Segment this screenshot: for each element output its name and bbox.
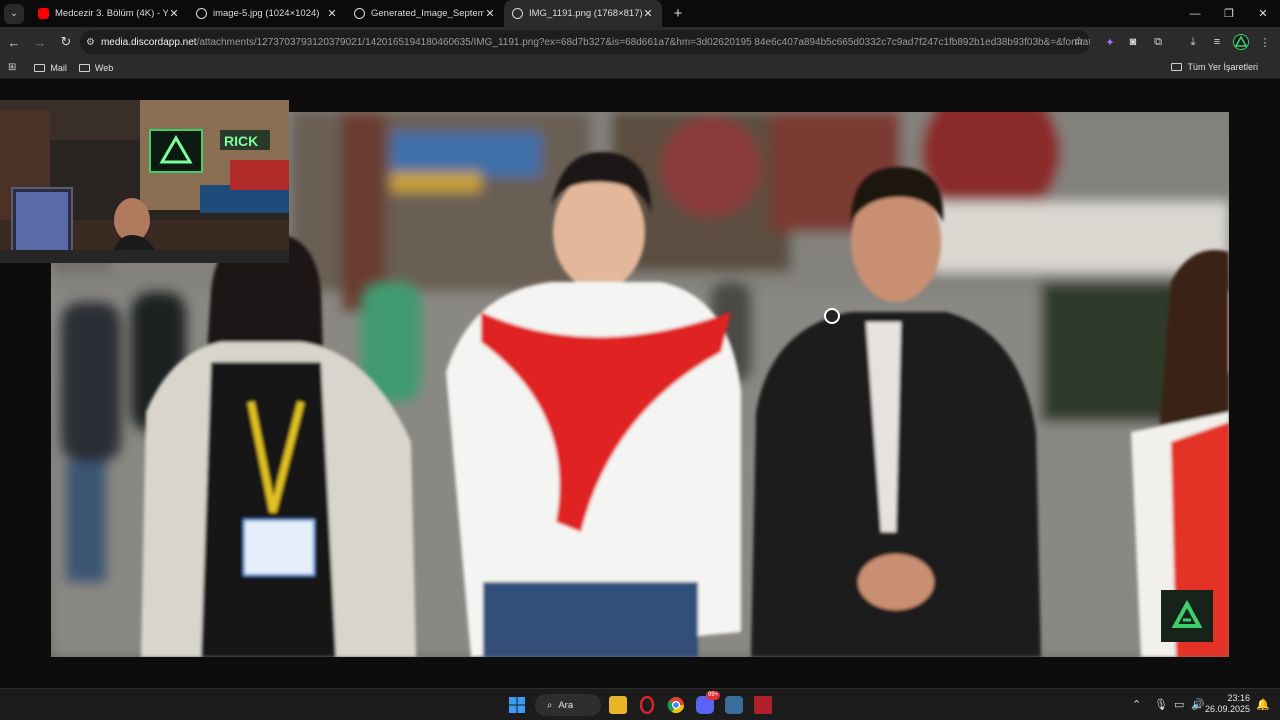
- webcam-scene: RICK: [0, 100, 289, 263]
- notification-icon[interactable]: 🔔: [1256, 698, 1270, 711]
- all-bookmarks[interactable]: Tüm Yer İşaretleri: [1171, 62, 1258, 72]
- media-control-icon[interactable]: ≡: [1205, 30, 1229, 54]
- tab-img-1191[interactable]: IMG_1191.png (1768×817) ✕: [504, 0, 662, 27]
- bookmark-label: Web: [94, 62, 114, 73]
- system-clock[interactable]: 23:16 26.09.2025: [1205, 693, 1250, 715]
- arrow-right-icon: →: [33, 34, 47, 50]
- close-icon[interactable]: ✕: [326, 7, 338, 20]
- tab-youtube[interactable]: Medcezir 3. Bölüm (4K) - YouTu ✕: [30, 0, 188, 27]
- file-explorer-icon[interactable]: [609, 696, 627, 714]
- youtube-icon: [38, 8, 49, 19]
- microphone-icon[interactable]: 🎙: [1154, 698, 1168, 711]
- taskbar-search[interactable]: ⌕ Ara: [535, 694, 601, 716]
- close-icon: ✕: [1258, 8, 1268, 20]
- chrome-icon[interactable]: [667, 696, 685, 714]
- arrow-left-icon: ←: [7, 34, 21, 50]
- camera-icon[interactable]: ◙: [1121, 30, 1145, 54]
- opera-icon[interactable]: [638, 695, 656, 715]
- globe-icon: [512, 8, 523, 19]
- zoom-out-cursor-icon: [824, 308, 840, 324]
- network-icon[interactable]: ▭: [1174, 698, 1184, 711]
- tab-title: image-5.jpg (1024×1024): [213, 8, 320, 19]
- extension-icon[interactable]: ✦: [1098, 30, 1122, 54]
- close-icon[interactable]: ✕: [168, 7, 180, 20]
- bookmark-mail[interactable]: Mail: [34, 63, 67, 73]
- tab-strip: ⌄ Medcezir 3. Bölüm (4K) - YouTu ✕ image…: [0, 0, 1280, 27]
- folder-icon: [1171, 63, 1183, 71]
- bookmark-web[interactable]: Web: [78, 62, 114, 73]
- restore-icon: ❐: [1224, 8, 1234, 20]
- menu-button[interactable]: ⋮: [1253, 30, 1277, 54]
- logo-icon: [1171, 599, 1203, 628]
- bookmark-star-icon[interactable]: ☆: [1073, 34, 1084, 48]
- windows-logo-icon: [509, 697, 525, 713]
- tab-title: Medcezir 3. Bölüm (4K) - YouTu: [55, 8, 168, 19]
- volume-icon[interactable]: 🔊: [1191, 698, 1205, 711]
- search-label: Ara: [558, 699, 574, 711]
- chevron-down-icon: ⌄: [9, 8, 19, 19]
- site-info-icon[interactable]: ⚙: [86, 37, 95, 48]
- url-host: media.discordapp.net: [100, 36, 197, 48]
- tab-image-5[interactable]: image-5.jpg (1024×1024) ✕: [188, 0, 346, 27]
- tab-generated-image[interactable]: Generated_Image_September_ ✕: [346, 0, 504, 27]
- close-icon[interactable]: ✕: [642, 7, 654, 20]
- extensions-puzzle-icon[interactable]: ⧉: [1146, 30, 1170, 54]
- profile-logo-icon: [1233, 34, 1249, 50]
- download-icon[interactable]: ⤓: [1181, 30, 1205, 54]
- window-controls: — ❐ ✕: [1178, 0, 1280, 27]
- globe-icon: [354, 8, 365, 19]
- image-viewer: RICK: [0, 80, 1280, 687]
- address-bar[interactable]: ⚙ media.discordapp.net /attachments/1273…: [80, 30, 1090, 54]
- new-tab-button[interactable]: +: [670, 5, 686, 22]
- close-icon[interactable]: ✕: [484, 7, 496, 20]
- close-window-button[interactable]: ✕: [1246, 0, 1280, 27]
- minimize-icon: —: [1189, 7, 1201, 20]
- minimize-button[interactable]: —: [1178, 0, 1212, 27]
- back-button[interactable]: ←: [2, 30, 26, 54]
- more-vertical-icon: ⋮: [1259, 36, 1271, 49]
- discord-icon[interactable]: 99+: [696, 691, 721, 714]
- notification-badge: 99+: [706, 691, 721, 700]
- reload-icon: ↻: [60, 34, 72, 49]
- url-path: /attachments/1273703793120379021/1420165…: [196, 36, 1090, 48]
- app-icon[interactable]: [754, 696, 772, 714]
- search-icon: ⌕: [547, 699, 553, 711]
- browser-toolbar: ← → ↻ ⚙ media.discordapp.net /attachment…: [0, 27, 1280, 57]
- tab-search-button[interactable]: ⌄: [4, 3, 24, 24]
- folder-icon: [78, 63, 90, 72]
- bookmark-label: Mail: [50, 62, 67, 73]
- sign-text: RICK: [224, 133, 258, 149]
- windows-taskbar: ⌕ Ara 99+ ⌃ 🎙 ▭ 🔊 23:16 26.09.2025 🔔: [0, 688, 1280, 720]
- chevron-up-icon[interactable]: ⌃: [1132, 698, 1141, 711]
- chrome-logo-icon: [667, 697, 685, 714]
- apps-grid-icon[interactable]: ⊞: [8, 62, 16, 73]
- folder-icon: [34, 63, 46, 72]
- tab-title: Generated_Image_September_: [371, 8, 484, 19]
- globe-icon: [196, 8, 207, 19]
- plus-icon: +: [673, 5, 683, 22]
- clock-date: 26.09.2025: [1204, 704, 1250, 714]
- start-button[interactable]: [508, 696, 526, 714]
- tab-title: IMG_1191.png (1768×817): [529, 8, 642, 19]
- forward-button[interactable]: →: [28, 30, 52, 54]
- reload-button[interactable]: ↻: [54, 30, 78, 54]
- restore-button[interactable]: ❐: [1212, 0, 1246, 27]
- watermark-logo: [1161, 590, 1213, 642]
- opera-logo-icon: [639, 695, 655, 715]
- bookmarks-bar: ⊞ Mail Web Tüm Yer İşaretleri: [0, 57, 1280, 79]
- profile-avatar[interactable]: [1229, 30, 1253, 54]
- webcam-overlay: RICK: [0, 100, 289, 263]
- bookmark-label: Tüm Yer İşaretleri: [1187, 62, 1258, 72]
- app-icon[interactable]: [725, 696, 743, 714]
- clock-time: 23:16: [1227, 693, 1250, 703]
